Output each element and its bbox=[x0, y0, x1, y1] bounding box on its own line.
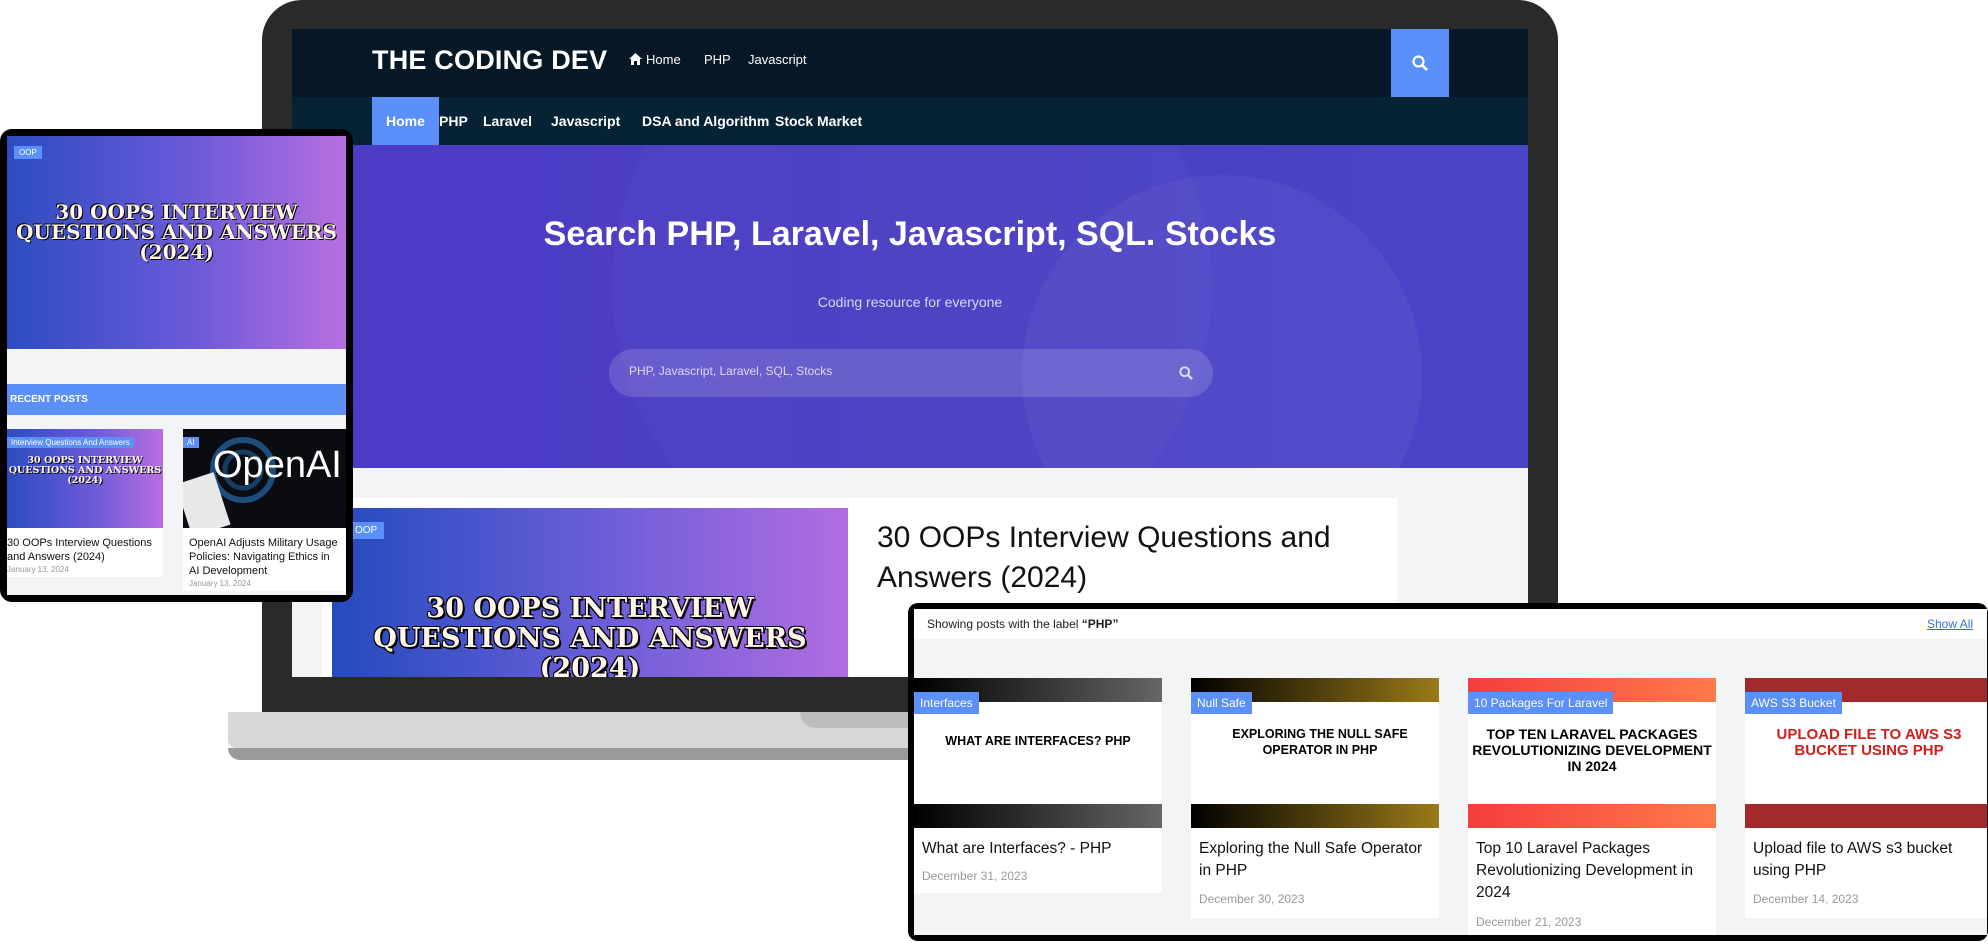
post-card-badge[interactable]: Interfaces bbox=[914, 692, 979, 714]
post-card-title[interactable]: Upload file to AWS s3 bucket using PHP bbox=[1753, 838, 1985, 882]
post-card-date: December 21, 2023 bbox=[1476, 915, 1582, 929]
image-stripe bbox=[1745, 804, 1987, 828]
post-card-image-text: UPLOAD FILE TO AWS S3 BUCKET USING PHP bbox=[1776, 726, 1962, 759]
nav-item-stock-market[interactable]: Stock Market bbox=[761, 97, 876, 145]
top-link-php[interactable]: PHP bbox=[704, 52, 731, 67]
post-card-badge[interactable]: Null Safe bbox=[1191, 692, 1252, 714]
featured-post-title[interactable]: 30 OOPs Interview Questions and Answers … bbox=[877, 518, 1357, 598]
nav-item-dsa[interactable]: DSA and Algorithm bbox=[628, 97, 783, 145]
post-card[interactable]: UPLOAD FILE TO AWS S3 BUCKET USING PHP A… bbox=[1745, 678, 1987, 918]
recent-post-image[interactable]: Interview Questions And Answers 30 OOPS … bbox=[7, 429, 163, 528]
label-status-value: “PHP” bbox=[1081, 617, 1119, 631]
nav-item-laravel[interactable]: Laravel bbox=[469, 97, 546, 145]
post-card-image-text: TOP TEN LARAVEL PACKAGES REVOLUTIONIZING… bbox=[1472, 726, 1712, 774]
hero-title: Search PHP, Laravel, Javascript, SQL. St… bbox=[543, 215, 1277, 253]
post-card[interactable]: WHAT ARE INTERFACES? PHP Interfaces What… bbox=[914, 678, 1162, 893]
post-card-image[interactable]: EXPLORING THE NULL SAFE OPERATOR IN PHP … bbox=[1191, 678, 1439, 828]
post-card-image[interactable]: UPLOAD FILE TO AWS S3 BUCKET USING PHP A… bbox=[1745, 678, 1987, 828]
show-all-link[interactable]: Show All bbox=[1927, 617, 1973, 631]
hero-banner: Search PHP, Laravel, Javascript, SQL. St… bbox=[292, 145, 1528, 468]
tablet-frame: OOP 30 OOPS INTERVIEW QUESTIONS AND ANSW… bbox=[0, 129, 353, 602]
label-popup-screen: Showing posts with the label “PHP” Show … bbox=[914, 609, 1987, 935]
top-link-home[interactable]: Home bbox=[629, 52, 681, 67]
post-card-date: December 30, 2023 bbox=[1199, 892, 1305, 906]
nav-item-javascript[interactable]: Javascript bbox=[537, 97, 634, 145]
top-link-home-label: Home bbox=[646, 52, 681, 67]
hero-subtitle: Coding resource for everyone bbox=[817, 294, 1003, 310]
post-card-title[interactable]: Exploring the Null Safe Operator in PHP bbox=[1199, 838, 1431, 882]
label-popup-frame: Showing posts with the label “PHP” Show … bbox=[908, 603, 1988, 941]
recent-posts-header: RECENT POSTS bbox=[7, 384, 346, 415]
image-stripe bbox=[1191, 804, 1439, 828]
home-icon bbox=[629, 53, 642, 65]
post-card[interactable]: TOP TEN LARAVEL PACKAGES REVOLUTIONIZING… bbox=[1468, 678, 1716, 935]
recent-post-image-text: OpenAI bbox=[213, 444, 342, 486]
search-icon bbox=[1412, 55, 1428, 71]
hero-search-placeholder: PHP, Javascript, Laravel, SQL, Stocks bbox=[629, 364, 833, 378]
recent-post-badge[interactable]: AI bbox=[183, 437, 199, 448]
featured-post-image[interactable]: OOP 30 OOPS INTERVIEW QUESTIONS AND ANSW… bbox=[332, 508, 848, 677]
laptop-screen: THE CODING DEV Home PHP Javascript Home … bbox=[292, 29, 1528, 677]
search-button[interactable] bbox=[1391, 29, 1449, 97]
recent-post-image-text: 30 OOPS INTERVIEW QUESTIONS AND ANSWERS … bbox=[8, 455, 162, 486]
post-card-title[interactable]: Top 10 Laravel Packages Revolutionizing … bbox=[1476, 838, 1708, 904]
post-card-badge[interactable]: 10 Packages For Laravel bbox=[1468, 692, 1614, 714]
post-card[interactable]: EXPLORING THE NULL SAFE OPERATOR IN PHP … bbox=[1191, 678, 1439, 918]
recent-post-title[interactable]: OpenAI Adjusts Military Usage Policies: … bbox=[189, 536, 342, 578]
featured-post-badge[interactable]: OOP bbox=[348, 522, 385, 539]
search-icon[interactable] bbox=[1179, 366, 1193, 380]
top-link-javascript[interactable]: Javascript bbox=[748, 52, 807, 67]
label-status-prefix: Showing posts with the label bbox=[927, 617, 1082, 631]
recent-post-badge[interactable]: Interview Questions And Answers bbox=[7, 437, 134, 448]
hero-search-input[interactable]: PHP, Javascript, Laravel, SQL, Stocks bbox=[609, 349, 1213, 397]
image-stripe bbox=[1468, 804, 1716, 828]
tablet-screen: OOP 30 OOPS INTERVIEW QUESTIONS AND ANSW… bbox=[7, 136, 346, 595]
image-stripe bbox=[914, 804, 1162, 828]
label-header: Showing posts with the label “PHP” Show … bbox=[914, 609, 1987, 639]
site-title[interactable]: THE CODING DEV bbox=[372, 45, 607, 76]
post-card-image-text: WHAT ARE INTERFACES? PHP bbox=[945, 734, 1131, 748]
tablet-hero-text: 30 OOPS INTERVIEW QUESTIONS AND ANSWERS … bbox=[15, 200, 337, 264]
recent-post-image[interactable]: OpenAI AI bbox=[183, 429, 346, 528]
post-card-date: December 31, 2023 bbox=[922, 869, 1028, 883]
recent-post-date: January 13, 2024 bbox=[189, 579, 251, 588]
post-card-date: December 14, 2023 bbox=[1753, 892, 1859, 906]
post-card-image-text: EXPLORING THE NULL SAFE OPERATOR IN PHP bbox=[1232, 727, 1408, 757]
tablet-hero-image[interactable]: OOP 30 OOPS INTERVIEW QUESTIONS AND ANSW… bbox=[7, 136, 346, 349]
recent-post-card[interactable]: OpenAI AI OpenAI Adjusts Military Usage … bbox=[183, 429, 346, 591]
featured-post-image-text: 30 OOPS INTERVIEW QUESTIONS AND ANSWERS … bbox=[373, 593, 807, 678]
recent-post-card[interactable]: Interview Questions And Answers 30 OOPS … bbox=[7, 429, 163, 577]
recent-post-title[interactable]: 30 OOPs Interview Questions and Answers … bbox=[7, 536, 157, 564]
label-status: Showing posts with the label “PHP” bbox=[927, 617, 1118, 631]
top-bar: THE CODING DEV Home PHP Javascript bbox=[292, 29, 1528, 97]
post-card-image[interactable]: WHAT ARE INTERFACES? PHP Interfaces bbox=[914, 678, 1162, 828]
post-card-title[interactable]: What are Interfaces? - PHP bbox=[922, 838, 1154, 860]
post-card-badge[interactable]: AWS S3 Bucket bbox=[1745, 692, 1842, 714]
recent-post-date: January 13, 2024 bbox=[7, 565, 69, 574]
tablet-hero-badge[interactable]: OOP bbox=[14, 146, 42, 159]
post-card-image[interactable]: TOP TEN LARAVEL PACKAGES REVOLUTIONIZING… bbox=[1468, 678, 1716, 828]
